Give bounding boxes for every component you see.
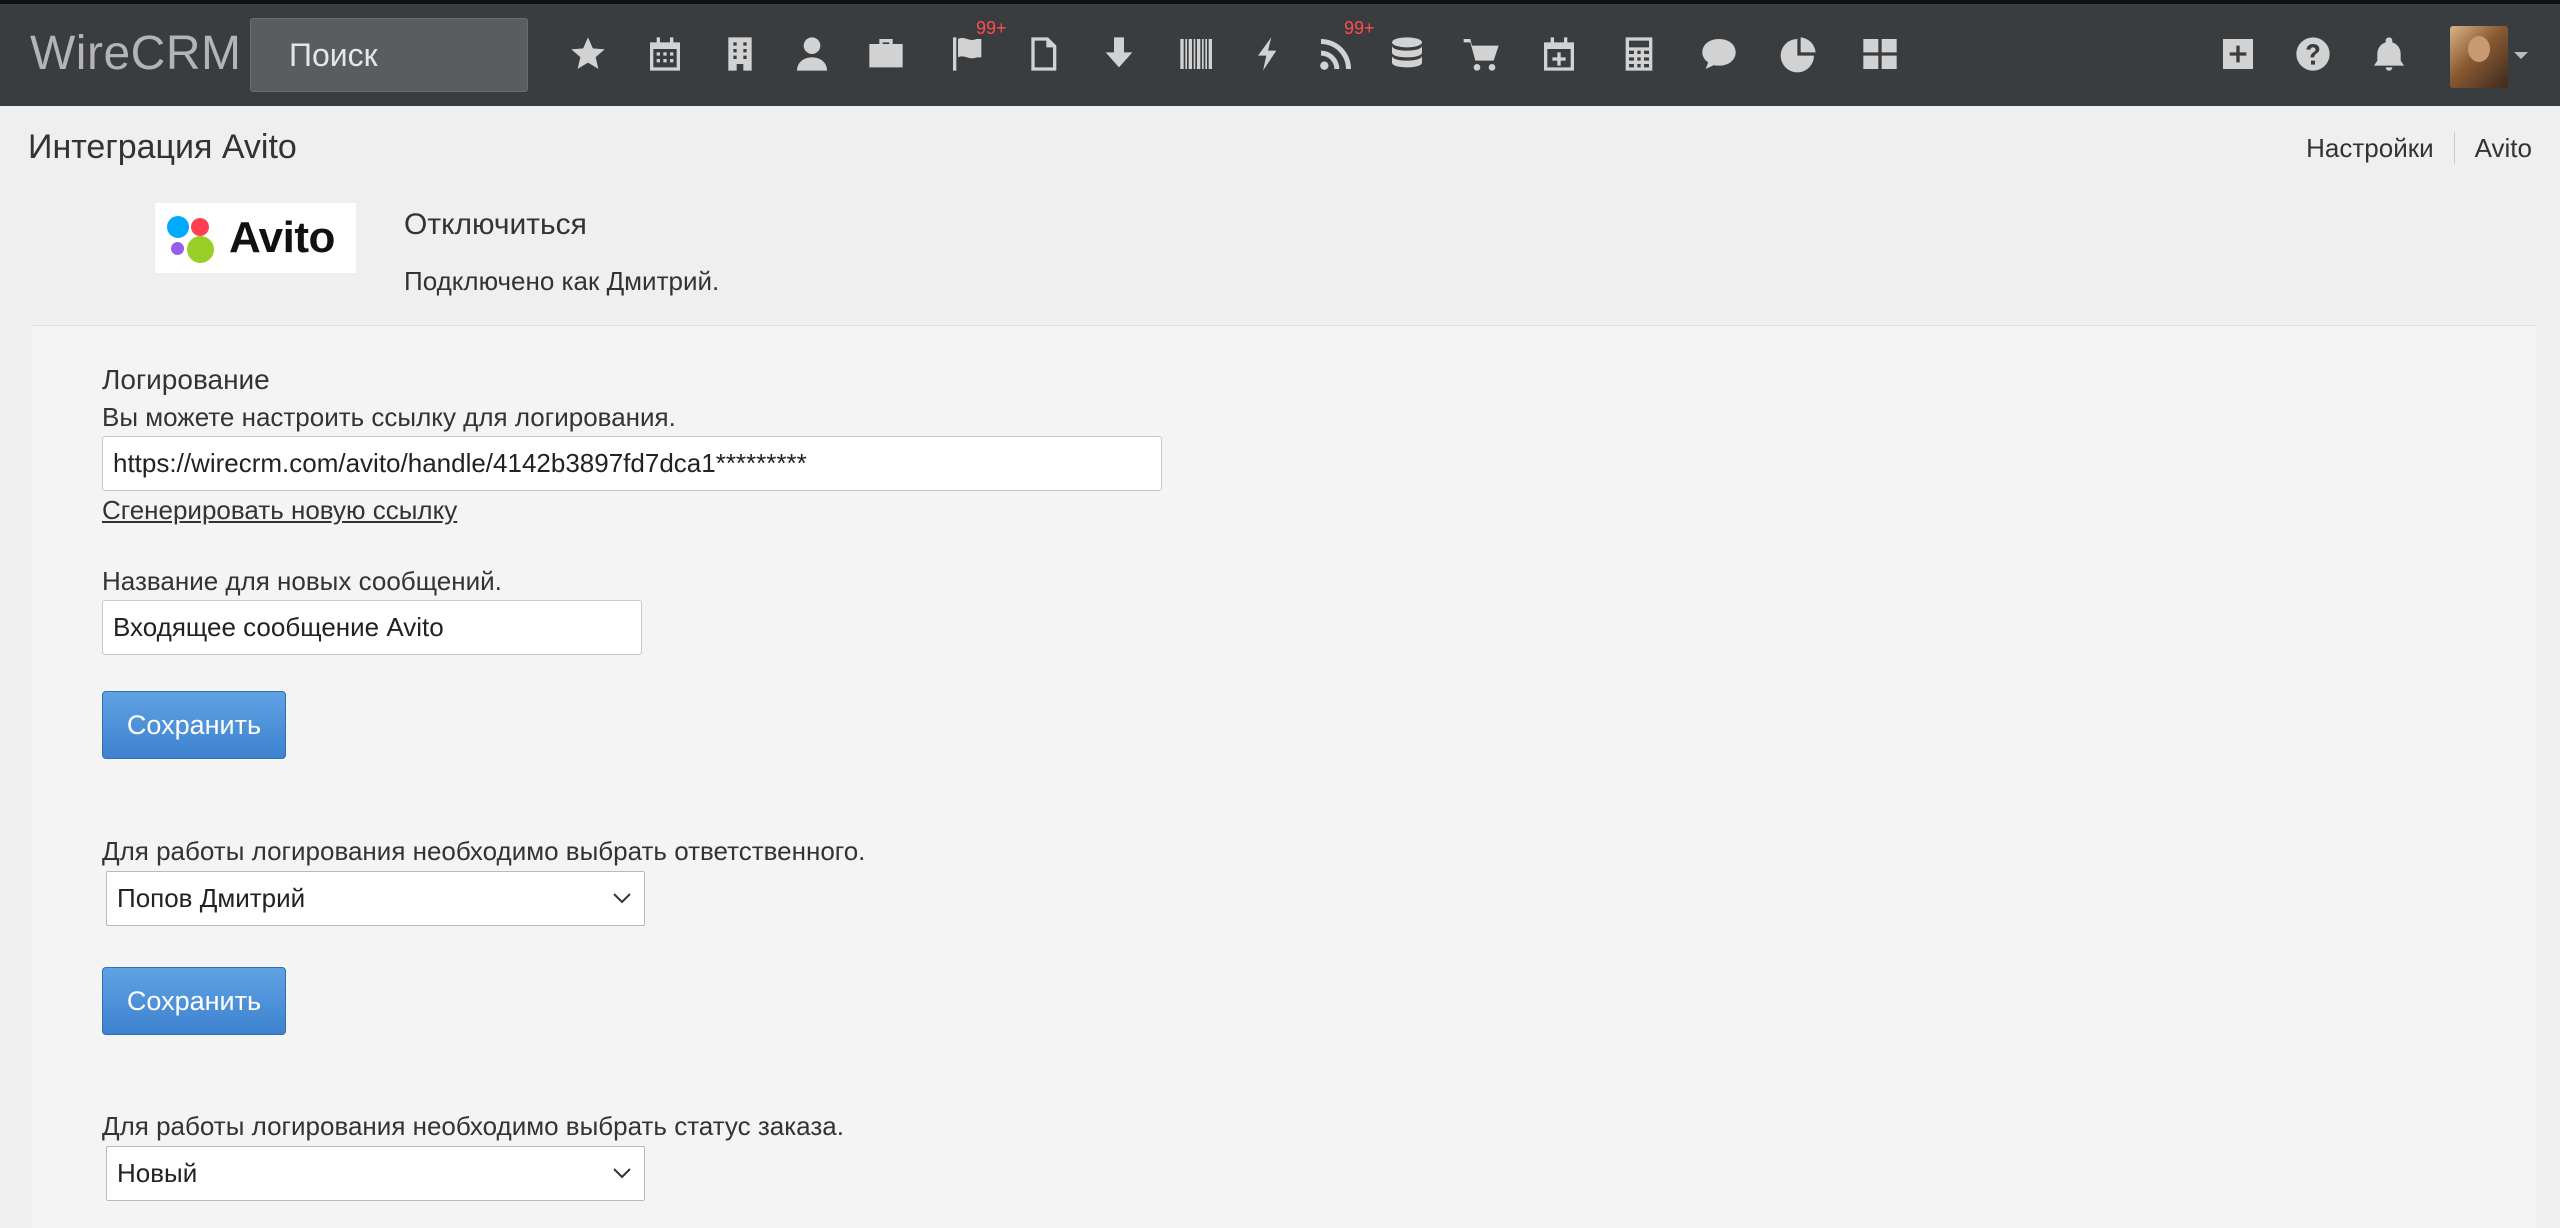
search-input[interactable]: Поиск bbox=[250, 18, 528, 92]
logging-url-field[interactable]: https://wirecrm.com/avito/handle/4142b38… bbox=[102, 436, 1162, 491]
chevron-down-icon bbox=[613, 893, 631, 904]
flag-badge: 99+ bbox=[976, 18, 1007, 38]
order-status-label: Для работы логирования необходимо выбрат… bbox=[102, 1111, 844, 1141]
breadcrumb-divider bbox=[2453, 132, 2455, 164]
top-navbar: WireCRM Поиск 99+ 99+ bbox=[0, 0, 2560, 106]
calendar-plus-icon[interactable] bbox=[1537, 32, 1581, 76]
responsible-selected: Попов Дмитрий bbox=[117, 883, 306, 913]
page-title: Интеграция Avito bbox=[28, 128, 297, 166]
briefcase-icon[interactable] bbox=[864, 32, 908, 76]
barcode-icon[interactable] bbox=[1175, 32, 1219, 76]
chevron-down-icon bbox=[613, 1168, 631, 1179]
database-icon[interactable] bbox=[1385, 32, 1429, 76]
chat-bubble-icon[interactable] bbox=[1697, 32, 1741, 76]
connection-status: Подключено как Дмитрий. bbox=[404, 266, 720, 296]
bell-icon[interactable] bbox=[2367, 32, 2411, 76]
lightning-icon[interactable] bbox=[1246, 32, 1290, 76]
calculator-icon[interactable] bbox=[1617, 32, 1661, 76]
order-status-select[interactable]: Новый bbox=[106, 1146, 645, 1201]
pie-chart-icon[interactable] bbox=[1777, 32, 1821, 76]
flag-icon[interactable]: 99+ bbox=[946, 18, 1007, 76]
disconnect-link[interactable]: Отключиться bbox=[404, 208, 587, 242]
cart-icon[interactable] bbox=[1460, 32, 1504, 76]
logging-description: Вы можете настроить ссылку для логирован… bbox=[102, 402, 676, 432]
save-message-button[interactable]: Сохранить bbox=[102, 691, 286, 759]
generate-link-button[interactable]: Сгенерировать новую ссылку bbox=[102, 495, 457, 526]
download-arrow-icon[interactable] bbox=[1097, 32, 1141, 76]
chevron-down-icon[interactable] bbox=[2514, 52, 2528, 59]
user-avatar[interactable] bbox=[2450, 26, 2508, 88]
message-title-field[interactable]: Входящее сообщение Avito bbox=[102, 600, 642, 655]
avito-dots-icon bbox=[165, 212, 217, 264]
save-responsible-button[interactable]: Сохранить bbox=[102, 967, 286, 1035]
responsible-label: Для работы логирования необходимо выбрат… bbox=[102, 836, 866, 866]
document-icon[interactable] bbox=[1021, 32, 1065, 76]
avito-logo-text: Avito bbox=[229, 213, 335, 262]
breadcrumb: Настройки Avito bbox=[2306, 132, 2532, 164]
breadcrumb-settings[interactable]: Настройки bbox=[2306, 133, 2434, 164]
responsible-select[interactable]: Попов Дмитрий bbox=[106, 871, 645, 926]
avito-logo: Avito bbox=[155, 203, 356, 273]
plus-square-icon[interactable] bbox=[2216, 32, 2260, 76]
calendar-icon[interactable] bbox=[643, 32, 687, 76]
user-icon[interactable] bbox=[790, 32, 834, 76]
breadcrumb-avito[interactable]: Avito bbox=[2475, 133, 2532, 164]
settings-panel: Логирование Вы можете настроить ссылку д… bbox=[32, 325, 2536, 1228]
grid-icon[interactable] bbox=[1858, 32, 1902, 76]
messages-label: Название для новых сообщений. bbox=[102, 566, 502, 596]
building-icon[interactable] bbox=[718, 32, 762, 76]
star-icon[interactable] bbox=[566, 32, 610, 76]
order-status-selected: Новый bbox=[117, 1158, 198, 1188]
logging-title: Логирование bbox=[102, 364, 270, 395]
rss-badge: 99+ bbox=[1344, 18, 1375, 38]
brand-logo[interactable]: WireCRM bbox=[30, 26, 241, 81]
help-icon[interactable] bbox=[2291, 32, 2335, 76]
rss-icon[interactable]: 99+ bbox=[1314, 18, 1375, 76]
